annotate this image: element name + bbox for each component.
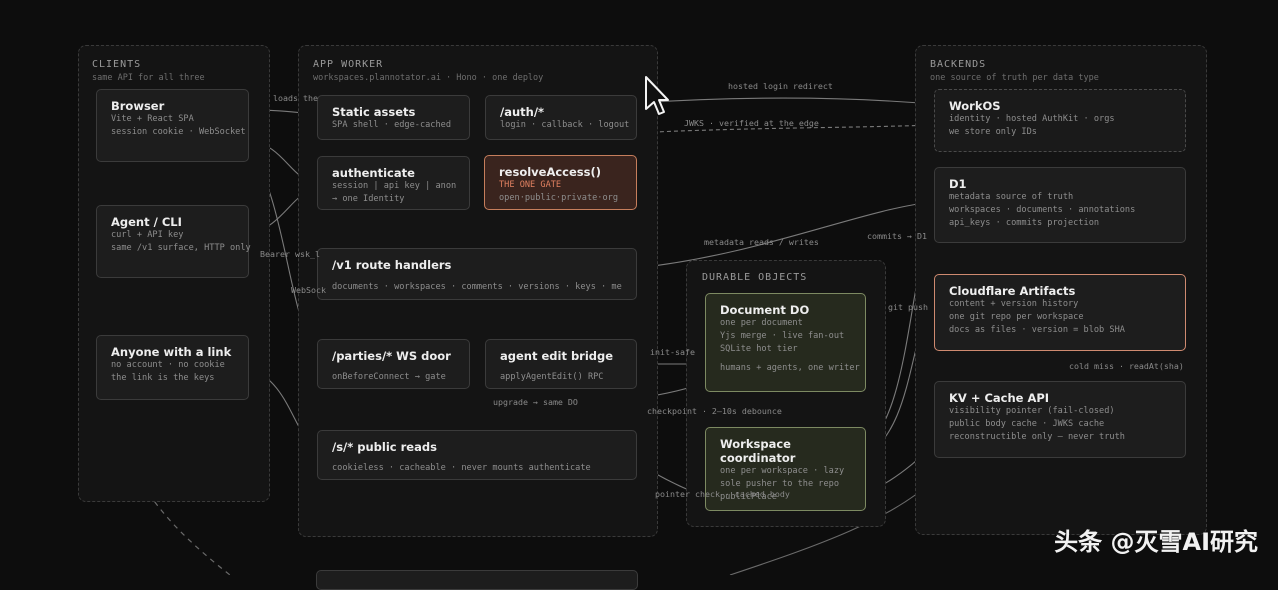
document-do-title: Document DO [720, 303, 810, 317]
kv-cache-line-1: visibility pointer (fail-closed) [949, 406, 1115, 416]
resolve-access-title: resolveAccess() [499, 165, 601, 179]
public-reads-line-1: cookieless · cacheable · never mounts au… [332, 463, 591, 473]
workos-line-2: we store only IDs [949, 127, 1037, 137]
document-do-line-3: SQLite hot tier [720, 344, 798, 354]
d1-node[interactable]: D1 metadata source of truth workspaces ·… [934, 167, 1186, 243]
kv-cache-line-3: reconstructible only — never truth [949, 432, 1125, 442]
parties-door-line-1: onBeforeConnect → gate [332, 372, 446, 382]
public-reads-node[interactable]: /s/* public reads cookieless · cacheable… [317, 430, 637, 480]
label-git-push: git push [888, 302, 928, 312]
label-loads-the: loads the [273, 93, 318, 103]
watermark: 头条 @灭雪AI研究 [1054, 528, 1258, 556]
static-assets-title: Static assets [332, 105, 416, 119]
browser-line-1: Vite + React SPA [111, 114, 194, 124]
parties-door-title: /parties/* WS door [332, 349, 451, 363]
document-do-note: humans + agents, one writer [720, 363, 860, 373]
durable-objects-title: DURABLE OBJECTS [702, 272, 808, 283]
agent-cli-title: Agent / CLI [111, 215, 182, 229]
app-worker-title: APP WORKER [313, 59, 384, 70]
bottom-partial-node [316, 570, 638, 590]
cloudflare-artifacts-line-3: docs as files · version = blob SHA [949, 325, 1125, 335]
edge-auth-workos [635, 97, 933, 108]
agent-cli-node[interactable]: Agent / CLI curl + API key same /v1 surf… [96, 205, 251, 278]
parties-door-node[interactable]: /parties/* WS door onBeforeConnect → gat… [317, 339, 470, 389]
browser-node[interactable]: Browser Vite + React SPA session cookie … [96, 89, 249, 162]
workspace-coordinator-title: Workspace coordinator [720, 437, 796, 465]
backends-subtitle: one source of truth per data type [930, 73, 1099, 83]
label-init-safe: init-safe [650, 347, 695, 357]
auth-node[interactable]: /auth/* login · callback · logout [485, 95, 637, 140]
v1-handlers-title: /v1 route handlers [332, 258, 452, 272]
resolve-access-line-1: THE ONE GATE [499, 180, 562, 190]
agent-edit-bridge-node[interactable]: agent edit bridge applyAgentEdit() RPC [485, 339, 637, 389]
d1-line-1: metadata source of truth [949, 192, 1074, 202]
d1-line-3: api_keys · commits projection [949, 218, 1100, 228]
authenticate-node[interactable]: authenticate session | api key | anon → … [317, 156, 470, 210]
mouse-cursor-icon [645, 76, 669, 115]
backends-title: BACKENDS [930, 59, 987, 70]
browser-title: Browser [111, 99, 165, 113]
anyone-link-node[interactable]: Anyone with a link no account · no cooki… [96, 335, 249, 400]
auth-line-1: login · callback · logout [500, 120, 630, 130]
workos-title: WorkOS [949, 99, 1001, 113]
label-checkpoint: checkpoint · 2–10s debounce [647, 406, 782, 416]
workos-node[interactable]: WorkOS identity · hosted AuthKit · orgs … [934, 89, 1186, 152]
anyone-link-line-2: the link is the keys [111, 373, 215, 383]
agent-cli-line-1: curl + API key [111, 230, 184, 240]
resolve-access-node[interactable]: resolveAccess() THE ONE GATE open·public… [484, 155, 637, 210]
agent-cli-line-2: same /v1 surface, HTTP only [111, 243, 251, 253]
d1-line-2: workspaces · documents · annotations [949, 205, 1136, 215]
label-metadata: metadata reads / writes [704, 237, 819, 247]
clients-title: CLIENTS [92, 59, 142, 70]
d1-title: D1 [949, 177, 967, 191]
kv-cache-node[interactable]: KV + Cache API visibility pointer (fail-… [934, 381, 1186, 458]
document-do-node[interactable]: Document DO one per document Yjs merge ·… [705, 293, 866, 392]
clients-subtitle: same API for all three [92, 73, 205, 83]
document-do-line-1: one per document [720, 318, 803, 328]
v1-handlers-node[interactable]: /v1 route handlers documents · workspace… [317, 248, 637, 300]
workspace-coordinator-line-1: one per workspace · lazy [720, 466, 845, 476]
label-pointer-check: pointer check · cached body [655, 489, 790, 499]
cloudflare-artifacts-line-1: content + version history [949, 299, 1079, 309]
workos-line-1: identity · hosted AuthKit · orgs [949, 114, 1115, 124]
label-bearer: Bearer wsk_l [260, 249, 320, 259]
anyone-link-title: Anyone with a link [111, 345, 232, 359]
label-commits: commits → D1 [867, 231, 927, 241]
static-assets-line-1: SPA shell · edge-cached [332, 120, 451, 130]
cloudflare-artifacts-title: Cloudflare Artifacts [949, 284, 1076, 298]
label-hosted-login: hosted login redirect [728, 81, 833, 91]
cloudflare-artifacts-line-2: one git repo per workspace [949, 312, 1084, 322]
v1-handlers-line-1: documents · workspaces · comments · vers… [332, 282, 622, 292]
authenticate-line-1: session | api key | anon [332, 181, 457, 191]
auth-title: /auth/* [500, 105, 545, 119]
agent-edit-bridge-title: agent edit bridge [500, 349, 614, 363]
authenticate-title: authenticate [332, 166, 415, 180]
resolve-access-line-2: open·public·private·org [499, 193, 618, 203]
kv-cache-line-2: public body cache · JWKS cache [949, 419, 1105, 429]
label-websock: WebSock [291, 285, 326, 295]
app-worker-subtitle: workspaces.plannotator.ai · Hono · one d… [313, 73, 544, 83]
cloudflare-artifacts-node[interactable]: Cloudflare Artifacts content + version h… [934, 274, 1186, 351]
anyone-link-line-1: no account · no cookie [111, 360, 225, 370]
authenticate-line-2: → one Identity [332, 194, 405, 204]
static-assets-node[interactable]: Static assets SPA shell · edge-cached [317, 95, 470, 140]
browser-line-2: session cookie · WebSocket [111, 127, 246, 137]
label-jwks: JWKS · verified at the edge [684, 118, 819, 128]
document-do-line-2: Yjs merge · live fan-out [720, 331, 845, 341]
label-cold-miss: cold miss · readAt(sha) [1069, 361, 1184, 371]
label-upgrade: upgrade → same DO [493, 397, 578, 407]
agent-edit-bridge-line-1: applyAgentEdit() RPC [500, 372, 604, 382]
public-reads-title: /s/* public reads [332, 440, 437, 454]
kv-cache-title: KV + Cache API [949, 391, 1050, 405]
